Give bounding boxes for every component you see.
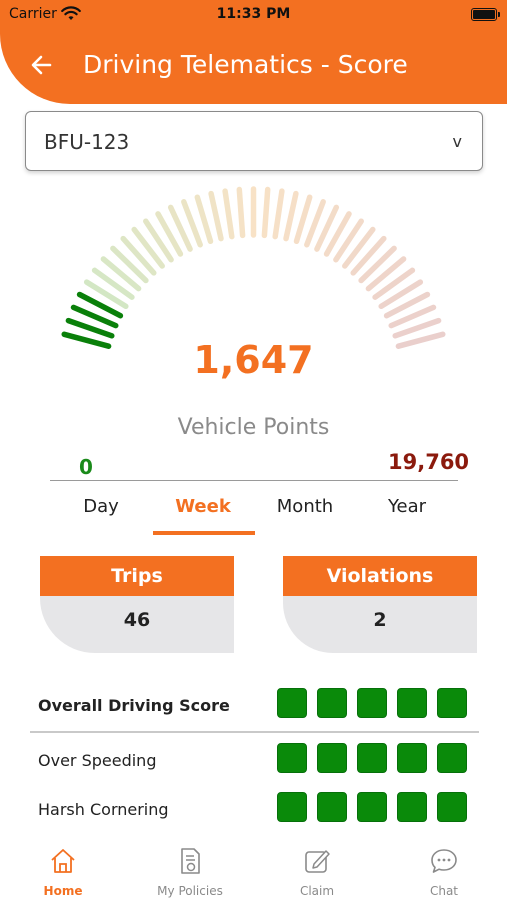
gauge-min-label: 0 bbox=[79, 455, 93, 479]
edit-claim-icon bbox=[305, 850, 330, 873]
score-square bbox=[397, 743, 427, 773]
vehicle-select[interactable]: BFU-123 v bbox=[25, 111, 483, 171]
score-square bbox=[437, 688, 467, 718]
violations-card-title: Violations bbox=[283, 556, 477, 596]
gauge-tick bbox=[365, 256, 407, 292]
nav-label: Claim bbox=[299, 884, 335, 898]
tab-year[interactable]: Year bbox=[356, 490, 458, 538]
nav-label: My Policies bbox=[157, 884, 223, 898]
gauge-tick bbox=[236, 186, 246, 239]
violations-card-value: 2 bbox=[283, 596, 477, 653]
score-square bbox=[277, 792, 307, 822]
score-square bbox=[357, 688, 387, 718]
nav-chat[interactable]: Chat bbox=[381, 840, 507, 900]
violations-card: Violations 2 bbox=[283, 556, 477, 653]
score-square bbox=[437, 743, 467, 773]
bottom-nav: Home My Policies Claim Chat bbox=[0, 840, 507, 900]
score-row-label: Harsh Cornering bbox=[38, 800, 169, 819]
nav-claim[interactable]: Claim bbox=[254, 840, 380, 900]
nav-my-policies[interactable]: My Policies bbox=[127, 840, 253, 900]
active-tab-indicator bbox=[153, 531, 255, 535]
over-speeding-score-row: Over Speeding bbox=[38, 743, 478, 779]
gauge-max-label: 19,760 bbox=[388, 450, 470, 474]
chevron-down-icon: v bbox=[452, 132, 462, 151]
gauge-tick bbox=[208, 190, 224, 242]
score-rating bbox=[277, 792, 469, 824]
home-icon bbox=[51, 849, 75, 873]
trips-card-value: 46 bbox=[40, 596, 234, 653]
score-square bbox=[437, 792, 467, 822]
score-square bbox=[397, 792, 427, 822]
gauge-tick bbox=[110, 245, 149, 284]
nav-label: Home bbox=[43, 884, 83, 898]
gauge-tick bbox=[358, 245, 397, 284]
tab-day[interactable]: Day bbox=[50, 490, 152, 538]
score-square bbox=[277, 743, 307, 773]
score-square bbox=[317, 688, 347, 718]
trips-card-title: Trips bbox=[40, 556, 234, 596]
trips-card: Trips 46 bbox=[40, 556, 234, 653]
back-arrow-icon[interactable] bbox=[28, 52, 56, 78]
score-square bbox=[397, 688, 427, 718]
gauge-tick bbox=[100, 256, 142, 292]
status-bar: Carrier 11:33 PM bbox=[0, 0, 507, 30]
score-square bbox=[317, 743, 347, 773]
score-row-label: Overall Driving Score bbox=[38, 696, 230, 715]
harsh-cornering-score-row: Harsh Cornering bbox=[38, 792, 478, 828]
score-rating bbox=[277, 743, 469, 775]
gauge-tick bbox=[261, 186, 271, 239]
page-title: Driving Telematics - Score bbox=[83, 50, 408, 79]
gauge-tick bbox=[222, 188, 235, 240]
score-square bbox=[277, 688, 307, 718]
vehicle-select-value: BFU-123 bbox=[44, 130, 130, 154]
gauge-tick bbox=[272, 188, 285, 240]
tab-month[interactable]: Month bbox=[254, 490, 356, 538]
gauge-baseline bbox=[50, 480, 458, 481]
nav-label: Chat bbox=[429, 884, 459, 898]
gauge-value: 1,647 bbox=[193, 338, 314, 382]
score-square bbox=[357, 792, 387, 822]
gauge-label: Vehicle Points bbox=[177, 415, 330, 440]
chat-bubble-icon bbox=[431, 849, 457, 873]
score-square bbox=[357, 743, 387, 773]
score-divider bbox=[30, 731, 479, 733]
gauge-tick bbox=[283, 190, 299, 242]
score-square bbox=[317, 792, 347, 822]
overall-driving-score-row: Overall Driving Score bbox=[38, 688, 478, 724]
status-time: 11:33 PM bbox=[216, 6, 291, 22]
gauge-tick bbox=[120, 235, 157, 276]
gauge-tick bbox=[350, 235, 387, 276]
battery-icon bbox=[471, 8, 500, 21]
policy-document-icon bbox=[181, 848, 200, 874]
nav-home[interactable]: Home bbox=[0, 840, 126, 900]
score-row-label: Over Speeding bbox=[38, 751, 157, 770]
score-rating bbox=[277, 688, 469, 720]
